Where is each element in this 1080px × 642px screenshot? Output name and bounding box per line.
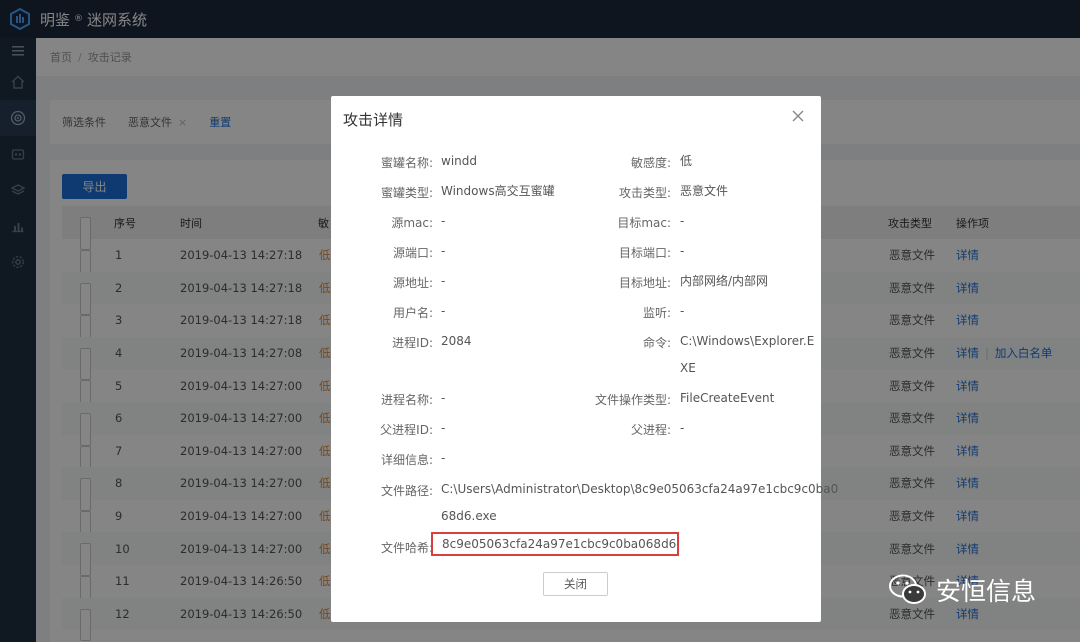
value-dst-port: - xyxy=(680,244,685,258)
value-src-addr: - xyxy=(441,274,446,288)
value-attack-type: 恶意文件 xyxy=(680,184,729,198)
label-username: 用户名: xyxy=(392,306,433,320)
label-command: 命令: xyxy=(642,336,671,350)
close-button[interactable]: 关闭 xyxy=(543,572,608,596)
watermark-text: 安恒信息 xyxy=(936,577,1037,606)
label-pid: 进程ID: xyxy=(392,336,433,350)
label-honeypot-name: 蜜罐名称: xyxy=(380,156,433,170)
value-detail-info: - xyxy=(441,451,446,465)
value-proc-name: - xyxy=(441,391,446,405)
value-honeypot-name: windd xyxy=(441,154,477,168)
label-listen: 监听: xyxy=(642,306,671,320)
watermark: 安恒信息 xyxy=(888,572,1036,608)
value-src-port: - xyxy=(441,244,446,258)
label-file-op-type: 文件操作类型: xyxy=(594,393,671,407)
value-file-hash: 8c9e05063cfa24a97e1cbc9c0ba068d6 xyxy=(442,537,677,551)
value-src-mac: - xyxy=(441,214,446,228)
label-honeypot-type: 蜜罐类型: xyxy=(380,186,433,200)
value-sensitivity: 低 xyxy=(680,154,693,168)
label-src-mac: 源mac: xyxy=(391,216,433,230)
label-src-port: 源端口: xyxy=(392,246,433,260)
value-ppid: - xyxy=(441,421,446,435)
value-dst-mac: - xyxy=(680,214,685,228)
file-hash-highlight: 8c9e05063cfa24a97e1cbc9c0ba068d6 xyxy=(431,532,679,556)
label-parent-proc: 父进程: xyxy=(630,423,671,437)
label-src-addr: 源地址: xyxy=(392,276,433,290)
label-proc-name: 进程名称: xyxy=(380,393,433,407)
value-dst-addr: 内部网络/内部网 xyxy=(680,274,769,288)
modal-title: 攻击详情 xyxy=(343,111,404,129)
value-command-line2: XE xyxy=(680,361,696,375)
value-pid: 2084 xyxy=(441,334,472,348)
value-listen: - xyxy=(680,304,685,318)
attack-detail-modal: 攻击详情 蜜罐名称: windd 敏感度: 低 蜜罐类型: Windows高交互… xyxy=(331,96,838,622)
label-dst-addr: 目标地址: xyxy=(618,276,671,290)
value-file-op-type: FileCreateEvent xyxy=(680,391,775,405)
value-file-path-line1: C:\Users\Administrator\Desktop\8c9e05063… xyxy=(441,482,839,496)
close-icon[interactable] xyxy=(791,108,807,124)
label-detail-info: 详细信息: xyxy=(380,453,433,467)
label-sensitivity: 敏感度: xyxy=(630,156,671,170)
label-dst-port: 目标端口: xyxy=(618,246,671,260)
value-honeypot-type: Windows高交互蜜罐 xyxy=(441,184,555,198)
value-command-line1: C:\Windows\Explorer.E xyxy=(680,334,815,348)
label-file-hash: 文件哈希: xyxy=(380,541,433,555)
value-parent-proc: - xyxy=(680,421,685,435)
app-root: 明鉴 ® 迷网系统 首页 / 攻击记录 筛选条件 恶意文件 × 重置 导出 序号… xyxy=(0,0,1080,642)
label-file-path: 文件路径: xyxy=(380,484,433,498)
label-attack-type: 攻击类型: xyxy=(618,186,671,200)
value-file-path-line2: 68d6.exe xyxy=(441,509,497,523)
label-dst-mac: 目标mac: xyxy=(617,216,671,230)
label-ppid: 父进程ID: xyxy=(380,423,433,437)
value-username: - xyxy=(441,304,446,318)
wechat-icon xyxy=(889,574,926,604)
